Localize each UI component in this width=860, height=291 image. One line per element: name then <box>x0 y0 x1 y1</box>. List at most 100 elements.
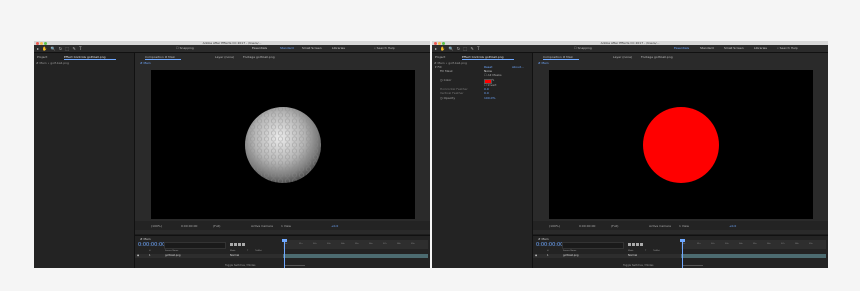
toggle-switches-modes[interactable]: Toggle Switches / Modes <box>623 264 654 267</box>
tab-timeline-main[interactable]: # Main <box>538 237 549 241</box>
search-help-label: Search Help <box>376 46 395 50</box>
tab-layer[interactable]: Layer (none) <box>215 55 234 59</box>
ruler-tick: 04s <box>341 243 345 245</box>
layer-duration-bar[interactable] <box>681 254 826 258</box>
magnification-dropdown[interactable]: (100%) <box>151 224 162 228</box>
workspace-essentials[interactable]: Essentials <box>674 46 689 50</box>
workspace-libraries[interactable]: Libraries <box>754 46 767 50</box>
current-time-display[interactable]: 0:00:00:00 <box>579 224 595 228</box>
timeline-switch-icons[interactable] <box>230 242 246 247</box>
snapping-toggle[interactable]: ☐ Snapping <box>574 46 592 50</box>
layer-name[interactable]: golf-ball.png <box>563 254 579 258</box>
opacity-value[interactable]: 100.0% <box>484 97 495 100</box>
layer-row[interactable]: ◉ 1 golf-ball.png Normal <box>533 254 681 258</box>
viewer-controls-bar: (100%) 0:00:00:00 (Full) Active Camera 1… <box>533 221 828 230</box>
time-ruler[interactable]: 0s 01s 02s 03s 04s 05s 06s 07s 08s 09s <box>681 240 826 249</box>
tab-timeline-main[interactable]: # Main <box>140 237 151 241</box>
project-panel: Project Effect Controls golf-ball.png # … <box>34 53 135 268</box>
eyedropper-icon[interactable]: ✎ <box>492 79 495 82</box>
views-dropdown[interactable]: 1 View <box>679 224 689 228</box>
visibility-eye-icon[interactable]: ◉ <box>535 254 537 258</box>
timeline-zoom-slider[interactable] <box>683 265 703 266</box>
column-header-number[interactable]: # <box>149 250 151 252</box>
timeline-zoom-slider[interactable] <box>285 265 305 266</box>
workspace-essentials[interactable]: Essentials <box>252 46 267 50</box>
column-header-mode[interactable]: Mode <box>628 250 633 252</box>
ruler-tick: 07s <box>781 243 785 245</box>
playhead-line[interactable] <box>682 240 683 268</box>
workspace-small-screen[interactable]: Small Screen <box>302 46 322 50</box>
layer-row[interactable]: ◉ 1 golf-ball.png Normal <box>135 254 283 258</box>
column-header-t[interactable]: T <box>645 250 646 252</box>
layer-name[interactable]: golf-ball.png <box>165 254 181 258</box>
layer-index: 1 <box>149 254 151 257</box>
tab-project[interactable]: Project <box>435 55 445 59</box>
column-header-t[interactable]: T <box>247 250 248 252</box>
timeline-timecode[interactable]: 0:00:00:00 <box>536 242 563 248</box>
effect-about-link[interactable]: About... <box>512 66 524 69</box>
layer-duration-bar[interactable] <box>283 254 428 258</box>
workspace-libraries[interactable]: Libraries <box>332 46 345 50</box>
search-help-field[interactable]: ⌕ Search Help <box>777 46 798 50</box>
stopwatch-icon[interactable]: ◷ <box>440 96 443 100</box>
views-dropdown[interactable]: 1 View <box>281 224 291 228</box>
camera-dropdown[interactable]: Active Camera <box>649 224 671 228</box>
snapping-label: Snapping <box>179 46 194 50</box>
tab-footage[interactable]: Footage golf-ball.png <box>641 55 673 59</box>
column-header-source-name[interactable]: Source Name <box>165 250 178 252</box>
column-header-source-name[interactable]: Source Name <box>563 250 576 252</box>
time-ruler[interactable]: 0s 01s 02s 03s 04s 05s 06s 07s 08s 09s <box>283 240 428 249</box>
tab-footage[interactable]: Footage golf-ball.png <box>243 55 275 59</box>
workspace-standard[interactable]: Standard <box>700 46 714 50</box>
after-effects-window-left: Adobe After Effects CC 2017 - /Users/...… <box>34 41 430 268</box>
ruler-tick: 03s <box>725 243 729 245</box>
search-icon: ⌕ <box>374 46 376 50</box>
composition-viewer: Composition # Main Layer (none) Footage … <box>533 53 828 234</box>
tool-icons[interactable]: ▸ ✋ 🔍 ↻ ⬚ ✎ T <box>435 46 481 51</box>
active-tab-indicator <box>462 59 514 60</box>
ruler-tick: 01s <box>697 243 701 245</box>
timeline-search-input[interactable] <box>562 242 624 249</box>
composition-canvas[interactable] <box>151 70 415 219</box>
timeline-search-input[interactable] <box>164 242 226 249</box>
tool-icons[interactable]: ▸ ✋ 🔍 ↻ ⬚ ✎ T <box>37 46 83 51</box>
composition-breadcrumb[interactable]: # Main <box>140 61 151 65</box>
magnification-dropdown[interactable]: (100%) <box>549 224 560 228</box>
camera-dropdown[interactable]: Active Camera <box>251 224 273 228</box>
column-header-mode[interactable]: Mode <box>230 250 235 252</box>
viewer-controls-bar: (100%) 0:00:00:00 (Full) Active Camera 1… <box>135 221 430 230</box>
toggle-switches-modes[interactable]: Toggle Switches / Modes <box>225 264 256 267</box>
current-time-display[interactable]: 0:00:00:00 <box>181 224 197 228</box>
composition-canvas[interactable] <box>549 70 813 219</box>
column-header-number[interactable]: # <box>547 250 549 252</box>
timeline-timecode[interactable]: 0:00:00:00 <box>138 242 165 248</box>
playhead-line[interactable] <box>284 240 285 268</box>
fill-mask-label: Fill Mask <box>440 69 453 73</box>
workspace-standard[interactable]: Standard <box>280 46 294 50</box>
layer-mode[interactable]: Normal <box>230 254 239 258</box>
resolution-dropdown[interactable]: (Full) <box>611 224 618 228</box>
workspace-small-screen[interactable]: Small Screen <box>724 46 744 50</box>
stopwatch-icon[interactable]: ◷ <box>440 78 443 82</box>
all-masks-checkbox[interactable]: ☐ All Masks <box>484 74 502 77</box>
tab-project[interactable]: Project <box>37 55 47 59</box>
vertical-feather-value[interactable]: 0.0 <box>484 92 489 95</box>
layer-mode[interactable]: Normal <box>628 254 637 258</box>
ruler-tick: 08s <box>795 243 799 245</box>
column-header-trkmat[interactable]: TrkMat <box>653 250 660 252</box>
after-effects-window-right: Adobe After Effects CC 2017 - /Users/...… <box>432 41 828 268</box>
exposure-value[interactable]: +0.0 <box>729 224 736 228</box>
resolution-dropdown[interactable]: (Full) <box>213 224 220 228</box>
tab-layer[interactable]: Layer (none) <box>613 55 632 59</box>
exposure-value[interactable]: +0.0 <box>331 224 338 228</box>
timeline-panel: # Main 0:00:00:00 0s 01s 02s 03s 04s 05s… <box>135 235 430 268</box>
column-header-trkmat[interactable]: TrkMat <box>255 250 262 252</box>
timeline-switch-icons[interactable] <box>628 242 644 247</box>
ruler-tick: 05s <box>355 243 359 245</box>
composition-breadcrumb[interactable]: # Main <box>538 61 549 65</box>
active-tab-indicator <box>145 59 181 60</box>
search-help-field[interactable]: ⌕ Search Help <box>374 46 395 50</box>
snapping-toggle[interactable]: ☐ Snapping <box>176 46 194 50</box>
visibility-eye-icon[interactable]: ◉ <box>137 254 139 258</box>
ruler-tick: 09s <box>411 243 415 245</box>
